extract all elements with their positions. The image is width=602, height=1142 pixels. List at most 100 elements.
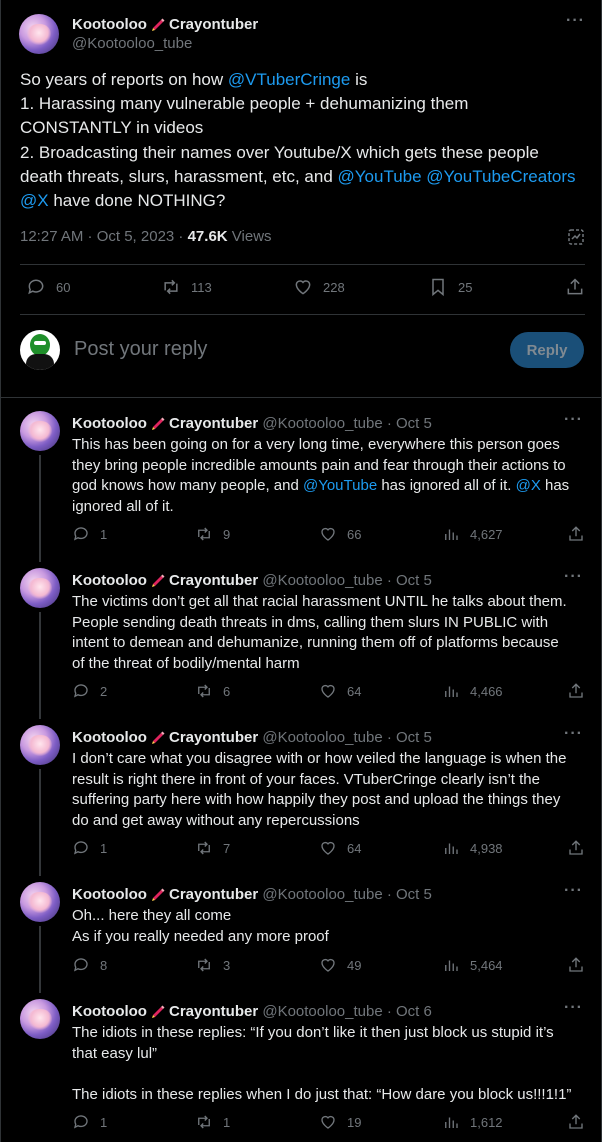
views-action[interactable]: 4,627 [442, 525, 503, 543]
author-avatar[interactable] [20, 725, 60, 765]
author-display-name[interactable]: Kootooloo [72, 1003, 147, 1020]
text-segment: 1. Harassing many vulnerable people + de… [20, 94, 469, 114]
text-segment: I don’t care what you disagree with or h… [72, 750, 567, 767]
thread-line [39, 455, 41, 562]
author-display-name[interactable]: Kootooloo [72, 886, 147, 903]
user-avatar[interactable] [20, 330, 60, 370]
author-display-name[interactable]: Kootooloo [72, 415, 147, 432]
views-action[interactable]: 5,464 [442, 956, 503, 974]
like-action[interactable]: 49 [319, 956, 361, 974]
reply-icon [73, 527, 88, 541]
author-handle-date[interactable]: @Kootooloo_tube · Oct 5 [258, 729, 432, 746]
author-display-name[interactable]: Kootooloo [72, 729, 147, 746]
share-action[interactable] [565, 277, 585, 297]
like-action[interactable]: 66 [319, 525, 361, 543]
mention-link[interactable]: @VTuberCringe [228, 70, 350, 89]
share-action[interactable] [567, 525, 585, 543]
text-segment: death threats, slurs, harassment, etc, a… [20, 166, 338, 186]
reply-action[interactable]: 60 [26, 277, 70, 297]
reply-count: 1 [100, 1114, 108, 1130]
like-action[interactable]: 64 [319, 682, 361, 700]
repost-action[interactable]: 7 [195, 839, 230, 857]
author-handle-date[interactable]: @Kootooloo_tube · Oct 5 [258, 572, 432, 589]
more-options-icon[interactable]: ··· [564, 725, 583, 743]
reply-tweet[interactable]: Kootooloo Crayontuber @Kootooloo_tube · O… [1, 872, 602, 993]
views-label: Views [227, 228, 272, 245]
views-icon [445, 529, 458, 540]
tweet-timestamp[interactable]: 12:27 AM · Oct 5, 2023 · [20, 228, 188, 245]
author-display-name[interactable]: Kootooloo [72, 572, 147, 589]
like-action[interactable]: 64 [319, 839, 361, 857]
author-name-suffix[interactable]: Crayontuber [169, 572, 258, 589]
share-icon [569, 526, 583, 541]
reply-tweet[interactable]: Kootooloo Crayontuber @Kootooloo_tube · O… [1, 715, 602, 876]
mention-link[interactable]: @X [20, 191, 49, 210]
mention-link[interactable]: @YouTubeCreators [426, 167, 575, 186]
share-action[interactable] [567, 839, 585, 857]
author-handle-date[interactable]: @Kootooloo_tube · Oct 5 [258, 415, 432, 432]
author-name-suffix[interactable]: Crayontuber [169, 1003, 258, 1020]
reply-tweet[interactable]: Kootooloo Crayontuber @Kootooloo_tube · O… [1, 401, 602, 562]
more-options-icon[interactable]: ··· [564, 882, 583, 900]
reply-action[interactable]: 1 [72, 1113, 107, 1131]
heart-icon [321, 1115, 335, 1129]
share-action[interactable] [567, 682, 585, 700]
more-options-icon[interactable]: ··· [564, 999, 583, 1017]
views-action[interactable]: 4,938 [442, 839, 503, 857]
repost-icon [164, 279, 178, 295]
author-name-suffix[interactable]: Crayontuber [169, 729, 258, 746]
mention-link[interactable]: @YouTube [303, 477, 377, 494]
text-segment: result is right there in front of your f… [72, 770, 540, 788]
reply-actions: 2 6 64 4,466 [72, 682, 585, 702]
repost-action[interactable]: 9 [195, 525, 230, 543]
main-tweet: Kootooloo Crayontuber @Kootooloo_tube ···… [1, 0, 602, 398]
author-name[interactable]: Kootooloo Crayontuber [72, 15, 258, 33]
author-avatar[interactable] [20, 999, 60, 1039]
repost-action[interactable]: 6 [195, 682, 230, 700]
author-avatar[interactable] [20, 568, 60, 608]
author-name-suffix[interactable]: Crayontuber [169, 886, 258, 903]
reply-action[interactable]: 1 [72, 839, 107, 857]
reply-action[interactable]: 8 [72, 956, 107, 974]
reply-input[interactable]: Post your reply [74, 338, 207, 361]
author-avatar[interactable] [19, 14, 59, 54]
author-avatar[interactable] [20, 411, 60, 451]
reply-button[interactable]: Reply [510, 332, 584, 368]
author-handle[interactable]: @Kootooloo_tube [72, 35, 192, 52]
views-action[interactable]: 1,612 [442, 1113, 503, 1131]
timeline-column: Kootooloo Crayontuber @Kootooloo_tube ···… [0, 0, 602, 1142]
text-line: ignored all of it. [72, 497, 592, 518]
reply-tweet[interactable]: Kootooloo Crayontuber @Kootooloo_tube · O… [1, 558, 602, 719]
bookmark-action[interactable]: 25 [428, 277, 472, 297]
share-icon [569, 1114, 583, 1129]
more-options-icon[interactable]: ··· [564, 568, 583, 586]
author-handle-date[interactable]: @Kootooloo_tube · Oct 6 [258, 1003, 432, 1020]
pencil-emoji-icon [151, 731, 165, 744]
reply-action[interactable]: 2 [72, 682, 107, 700]
text-line: death threats, slurs, harassment, etc, a… [20, 165, 590, 189]
text-line: This has been going on for a very long t… [72, 435, 592, 456]
author-handle-date[interactable]: @Kootooloo_tube · Oct 5 [258, 886, 432, 903]
reply-action[interactable]: 1 [72, 525, 107, 543]
grok-analytics-icon[interactable] [567, 228, 585, 246]
text-line: Oh... here they all come [72, 906, 592, 927]
like-action[interactable]: 228 [293, 277, 345, 297]
mention-link[interactable]: @X [516, 477, 541, 494]
more-options-icon[interactable]: ··· [566, 12, 585, 30]
author-name-suffix[interactable]: Crayontuber [169, 415, 258, 432]
like-count: 64 [347, 840, 362, 856]
text-line: The victims don’t get all that racial ha… [72, 592, 592, 613]
more-options-icon[interactable]: ··· [564, 411, 583, 429]
repost-action[interactable]: 113 [161, 277, 212, 297]
repost-action[interactable]: 3 [195, 956, 230, 974]
views-action[interactable]: 4,466 [442, 682, 503, 700]
repost-icon [198, 684, 210, 698]
share-action[interactable] [567, 1113, 585, 1131]
reply-tweet[interactable]: Kootooloo Crayontuber @Kootooloo_tube · O… [1, 989, 602, 1142]
text-line: suffering party here with how happily th… [72, 790, 592, 811]
author-avatar[interactable] [20, 882, 60, 922]
mention-link[interactable]: @YouTube [338, 167, 422, 186]
repost-action[interactable]: 1 [195, 1113, 230, 1131]
share-action[interactable] [567, 956, 585, 974]
like-action[interactable]: 19 [319, 1113, 361, 1131]
